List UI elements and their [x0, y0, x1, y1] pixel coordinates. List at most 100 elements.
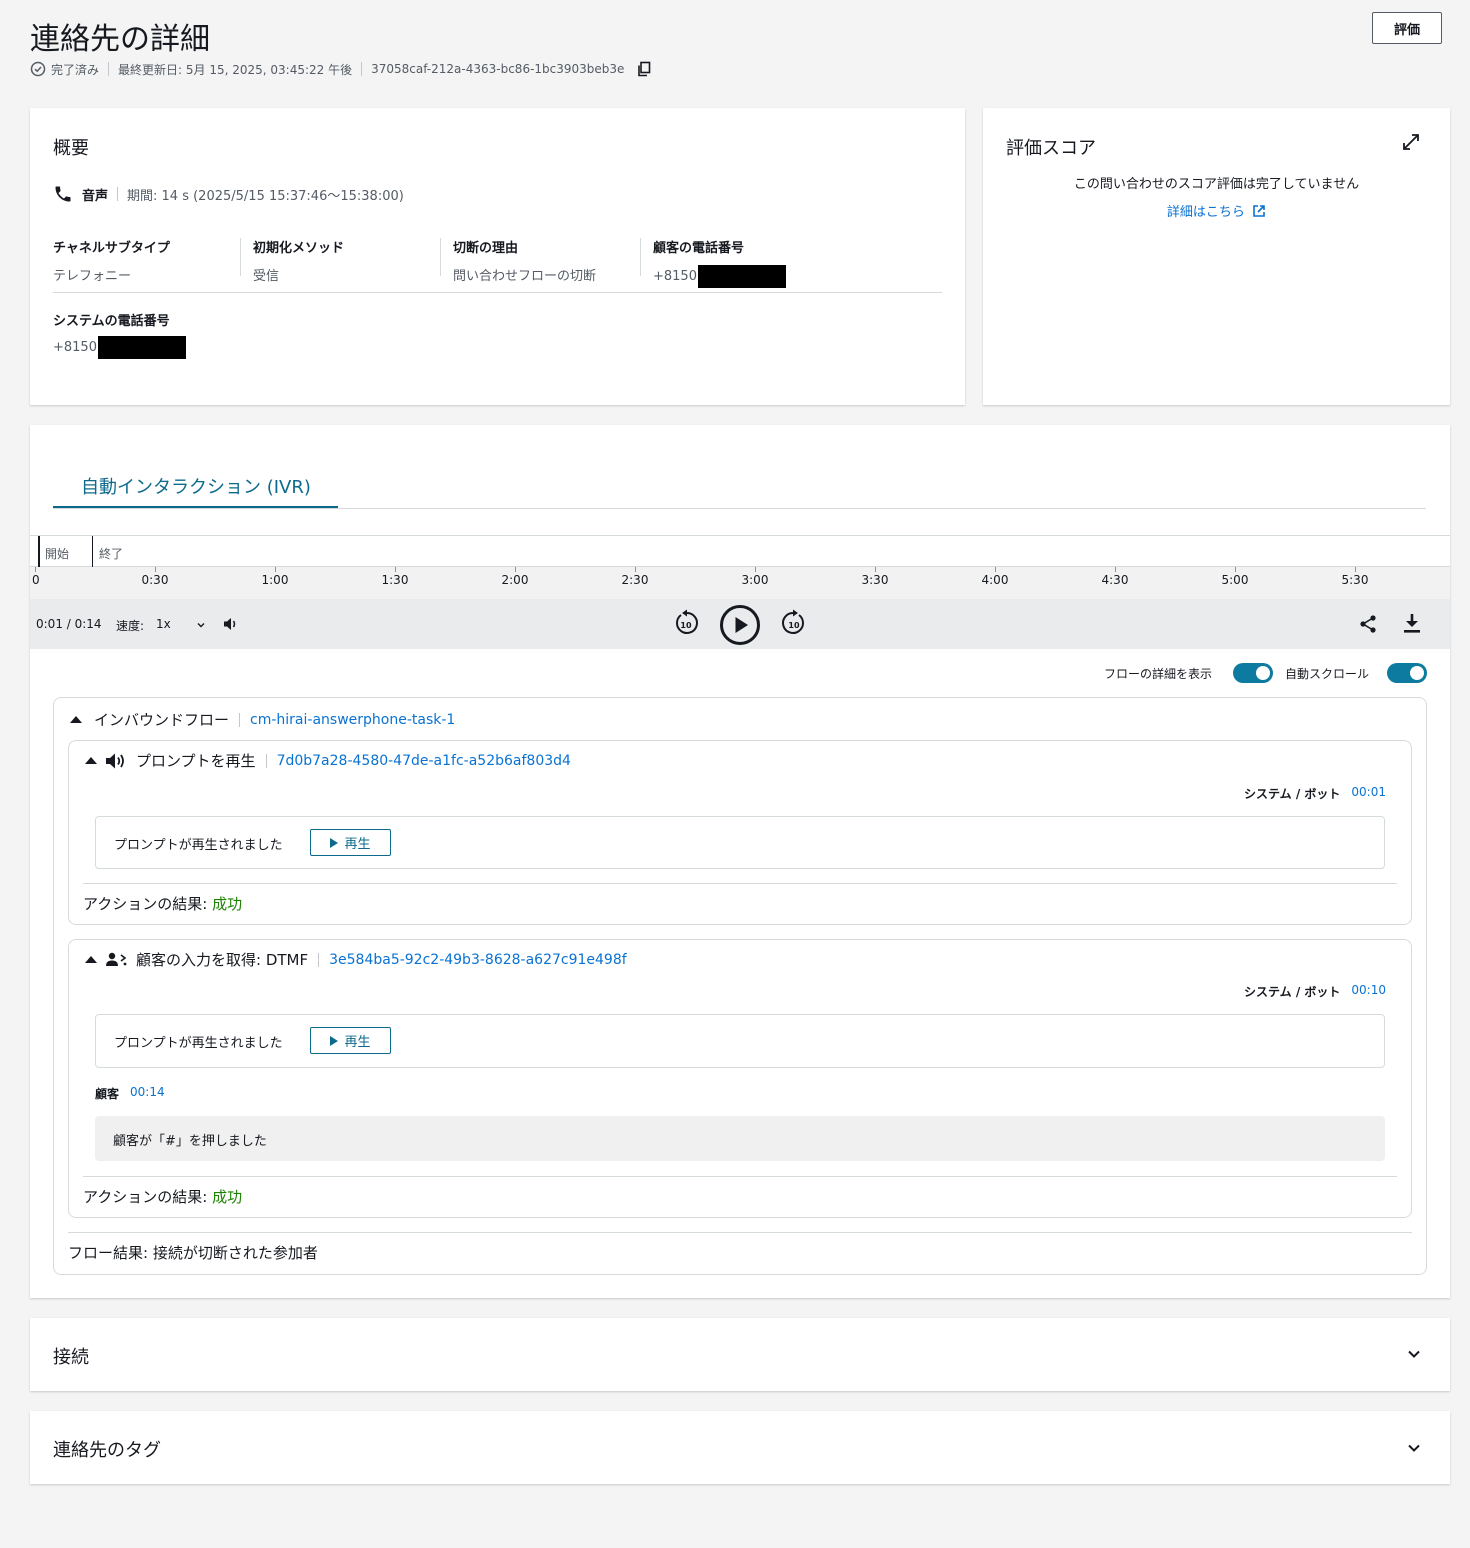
action-result-value: 成功: [212, 895, 243, 913]
download-icon[interactable]: [1402, 612, 1422, 634]
auto-scroll-label: 自動スクロール: [1285, 667, 1370, 681]
connection-section[interactable]: 接続: [30, 1318, 1450, 1391]
redacted-block: [97, 336, 186, 359]
caret-up-icon: [85, 757, 97, 764]
flow-block-get-input: 顧客の入力を取得: DTMF 3e584ba5-92c2-49b3-8628-a…: [68, 939, 1412, 1218]
expand-icon[interactable]: [1401, 132, 1421, 152]
timeline-tick-label: 0: [32, 573, 40, 587]
timeline-tick-label: 3:00: [741, 573, 769, 587]
speaker-time: 00:10: [1351, 983, 1386, 997]
timeline-tick-mark: [1235, 567, 1236, 572]
field-value: 問い合わせフローの切断: [453, 269, 597, 284]
rewind-10-icon[interactable]: 10: [671, 608, 701, 638]
caret-up-icon: [85, 956, 97, 963]
timeline-tick-label: 1:30: [381, 573, 409, 587]
overview-title: 概要: [53, 138, 89, 159]
timeline-tick-mark: [155, 567, 156, 572]
field-label: 顧客の電話番号: [653, 241, 745, 256]
check-circle-icon: [30, 61, 46, 77]
customer-message: 顧客が「#」を押しました: [113, 1134, 267, 1149]
player-time: 0:01 / 0:14: [36, 617, 102, 631]
details-link-text[interactable]: 詳細はこちら: [1167, 205, 1245, 220]
prompt-play-button[interactable]: 再生: [310, 1027, 391, 1054]
field-label: チャネルサブタイプ: [53, 241, 170, 256]
timeline[interactable]: 開始 終了: [30, 535, 1450, 567]
audio-player: 0:01 / 0:14 速度: 1x 10 10: [30, 599, 1450, 649]
field-init-method: 初期化メソッド 受信: [253, 237, 433, 284]
field-system-phone: システムの電話番号 +8150: [53, 310, 273, 359]
action-result: アクションの結果: 成功: [83, 1186, 242, 1207]
speed-select[interactable]: 1x: [154, 613, 208, 635]
volume-icon[interactable]: [222, 615, 240, 633]
timeline-tick-label: 4:30: [1101, 573, 1129, 587]
play-label: 再生: [344, 1035, 371, 1050]
customer-message-box: 顧客が「#」を押しました: [95, 1116, 1385, 1161]
svg-text:10: 10: [788, 621, 800, 630]
field-label: システムの電話番号: [53, 314, 170, 329]
evaluate-button[interactable]: 評価: [1372, 12, 1442, 44]
flow-details-toggle[interactable]: [1233, 663, 1273, 683]
speed-value: 1x: [156, 617, 171, 631]
block-type: プロンプトを再生: [136, 752, 256, 770]
field-value: +8150: [53, 340, 97, 355]
speaker-name: システム / ボット: [1244, 985, 1341, 999]
prompt-message-box: プロンプトが再生されました 再生: [95, 816, 1385, 869]
prompt-play-button[interactable]: 再生: [310, 829, 391, 856]
flow-title: インバウンドフロー: [94, 711, 230, 729]
customer-input-icon: [105, 950, 127, 970]
block-header[interactable]: 顧客の入力を取得: DTMF 3e584ba5-92c2-49b3-8628-a…: [85, 949, 627, 970]
timeline-tick-mark: [515, 567, 516, 572]
timeline-tick-label: 2:00: [501, 573, 529, 587]
speed-label: 速度:: [116, 619, 145, 633]
timeline-start-marker: [38, 536, 40, 567]
field-label: 切断の理由: [453, 241, 519, 256]
customer-line: 顧客 00:14: [95, 1085, 165, 1102]
block-id-link[interactable]: 7d0b7a28-4580-47de-a1fc-a52b6af803d4: [277, 753, 571, 769]
tags-section[interactable]: 連絡先のタグ: [30, 1411, 1450, 1484]
copy-icon[interactable]: [636, 61, 652, 77]
timeline-tick-label: 0:30: [141, 573, 169, 587]
score-details-link[interactable]: 詳細はこちら: [983, 201, 1450, 220]
field-value: 受信: [253, 269, 280, 284]
flow-details-label: フローの詳細を表示: [1104, 667, 1213, 681]
flow-name-link[interactable]: cm-hirai-answerphone-task-1: [250, 712, 455, 728]
field-customer-phone: 顧客の電話番号 +8150: [653, 237, 853, 288]
block-type: 顧客の入力を取得: DTMF: [136, 951, 309, 969]
play-button[interactable]: [719, 604, 761, 646]
share-icon[interactable]: [1358, 614, 1378, 634]
phone-icon: [53, 184, 73, 204]
timeline-tick-label: 2:30: [621, 573, 649, 587]
action-result-label: アクションの結果:: [83, 895, 208, 913]
chevron-down-icon[interactable]: [1406, 1346, 1422, 1362]
timeline-tick-mark: [1355, 567, 1356, 572]
contact-id: 37058caf-212a-4363-bc86-1bc3903beb3e: [371, 62, 625, 76]
block-id-link[interactable]: 3e584ba5-92c2-49b3-8628-a627c91e498f: [329, 952, 627, 968]
svg-text:10: 10: [680, 621, 692, 630]
timeline-tick-label: 4:00: [981, 573, 1009, 587]
ivr-card: 自動インタラクション (IVR) 開始 終了 0 0:30 1:00 1:30 2:00…: [30, 425, 1450, 1298]
field-value: +8150: [653, 269, 697, 284]
block-header[interactable]: プロンプトを再生 7d0b7a28-4580-47de-a1fc-a52b6af…: [85, 750, 571, 771]
timeline-tick-mark: [635, 567, 636, 572]
prompt-message: プロンプトが再生されました: [114, 1036, 283, 1051]
flow-result: フロー結果: 接続が切断された参加者: [68, 1244, 318, 1262]
header-meta: 完了済み 最終更新日: 5月 15, 2025, 03:45:22 午後 370…: [30, 60, 652, 78]
action-result-label: アクションの結果:: [83, 1188, 208, 1206]
auto-scroll-toggle[interactable]: [1387, 663, 1427, 683]
caret-up-icon: [70, 716, 82, 723]
play-label: 再生: [344, 837, 371, 852]
duration: 期間: 14 s (2025/5/15 15:37:46〜15:38:00): [127, 188, 404, 204]
customer-time: 00:14: [130, 1085, 165, 1099]
timeline-start-label: 開始: [45, 547, 70, 561]
flow-header[interactable]: インバウンドフロー cm-hirai-answerphone-task-1: [70, 709, 455, 730]
tags-title: 連絡先のタグ: [53, 1440, 161, 1461]
tab-ivr[interactable]: 自動インタラクション (IVR): [81, 473, 311, 499]
chevron-down-icon[interactable]: [1406, 1440, 1422, 1456]
chevron-down-icon: [196, 619, 206, 629]
timeline-tick-mark: [875, 567, 876, 572]
timeline-tick-mark: [35, 567, 36, 572]
forward-10-icon[interactable]: 10: [779, 608, 809, 638]
timeline-tick-label: 3:30: [861, 573, 889, 587]
speaker-name: システム / ボット: [1244, 787, 1341, 801]
score-title: 評価スコア: [1006, 138, 1096, 159]
